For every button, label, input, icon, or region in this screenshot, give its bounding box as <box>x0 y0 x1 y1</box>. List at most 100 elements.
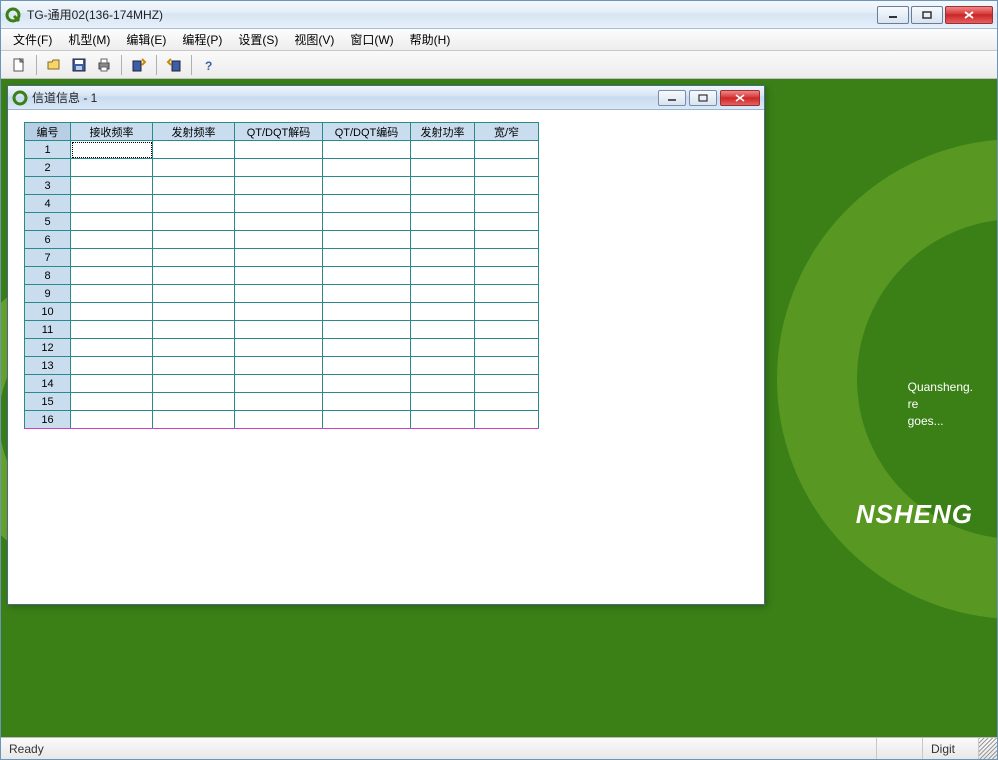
grid-cell[interactable] <box>153 231 235 249</box>
menu-edit[interactable]: 编辑(E) <box>118 29 174 50</box>
grid-cell[interactable] <box>323 249 411 267</box>
row-number-cell[interactable]: 12 <box>25 339 71 357</box>
row-number-cell[interactable]: 14 <box>25 375 71 393</box>
row-number-cell[interactable]: 4 <box>25 195 71 213</box>
grid-cell[interactable] <box>153 357 235 375</box>
size-grip[interactable] <box>979 738 997 759</box>
row-number-cell[interactable]: 8 <box>25 267 71 285</box>
grid-cell[interactable] <box>153 159 235 177</box>
row-number-cell[interactable]: 15 <box>25 393 71 411</box>
row-number-cell[interactable]: 2 <box>25 159 71 177</box>
child-minimize-button[interactable] <box>658 90 686 106</box>
grid-cell[interactable] <box>323 285 411 303</box>
open-button[interactable] <box>42 54 66 76</box>
grid-cell[interactable] <box>71 303 153 321</box>
grid-cell[interactable] <box>71 267 153 285</box>
menu-file[interactable]: 文件(F) <box>5 29 60 50</box>
grid-cell[interactable] <box>235 195 323 213</box>
grid-cell[interactable] <box>411 357 475 375</box>
row-number-cell[interactable]: 13 <box>25 357 71 375</box>
row-number-cell[interactable]: 9 <box>25 285 71 303</box>
grid-cell[interactable] <box>411 231 475 249</box>
grid-cell[interactable] <box>323 339 411 357</box>
grid-cell[interactable] <box>153 303 235 321</box>
grid-cell[interactable] <box>323 393 411 411</box>
menu-settings[interactable]: 设置(S) <box>230 29 286 50</box>
grid-cell[interactable] <box>153 177 235 195</box>
row-number-cell[interactable]: 1 <box>25 141 71 159</box>
grid-cell[interactable] <box>153 285 235 303</box>
grid-cell[interactable] <box>71 141 153 159</box>
row-number-cell[interactable]: 11 <box>25 321 71 339</box>
grid-cell[interactable] <box>475 159 539 177</box>
grid-cell[interactable] <box>235 267 323 285</box>
grid-cell[interactable] <box>235 303 323 321</box>
grid-cell[interactable] <box>475 213 539 231</box>
grid-cell[interactable] <box>153 213 235 231</box>
col-header-num[interactable]: 编号 <box>25 123 71 141</box>
grid-cell[interactable] <box>235 411 323 429</box>
grid-cell[interactable] <box>71 249 153 267</box>
grid-cell[interactable] <box>153 141 235 159</box>
download-button[interactable] <box>127 54 151 76</box>
grid-cell[interactable] <box>153 195 235 213</box>
grid-cell[interactable] <box>71 411 153 429</box>
grid-cell[interactable] <box>153 411 235 429</box>
grid-cell[interactable] <box>153 321 235 339</box>
channel-grid[interactable]: 编号 接收频率 发射频率 QT/DQT解码 QT/DQT编码 发射功率 宽/窄 … <box>24 122 539 429</box>
grid-cell[interactable] <box>411 303 475 321</box>
grid-cell[interactable] <box>235 231 323 249</box>
child-maximize-button[interactable] <box>689 90 717 106</box>
grid-cell[interactable] <box>475 303 539 321</box>
grid-cell[interactable] <box>411 285 475 303</box>
grid-cell[interactable] <box>71 321 153 339</box>
grid-cell[interactable] <box>475 339 539 357</box>
grid-cell[interactable] <box>323 375 411 393</box>
menu-view[interactable]: 视图(V) <box>286 29 342 50</box>
main-titlebar[interactable]: TG-通用02(136-174MHZ) <box>1 1 997 29</box>
grid-cell[interactable] <box>411 159 475 177</box>
grid-cell[interactable] <box>71 231 153 249</box>
grid-cell[interactable] <box>71 195 153 213</box>
maximize-button[interactable] <box>911 6 943 24</box>
grid-cell[interactable] <box>235 375 323 393</box>
row-number-cell[interactable]: 16 <box>25 411 71 429</box>
upload-button[interactable] <box>162 54 186 76</box>
grid-cell[interactable] <box>475 267 539 285</box>
grid-cell[interactable] <box>411 393 475 411</box>
grid-cell[interactable] <box>235 285 323 303</box>
grid-cell[interactable] <box>323 159 411 177</box>
grid-cell[interactable] <box>475 177 539 195</box>
grid-cell[interactable] <box>235 321 323 339</box>
grid-cell[interactable] <box>71 177 153 195</box>
grid-cell[interactable] <box>71 213 153 231</box>
grid-cell[interactable] <box>475 285 539 303</box>
grid-cell[interactable] <box>323 141 411 159</box>
grid-cell[interactable] <box>411 375 475 393</box>
col-header-qtdecode[interactable]: QT/DQT解码 <box>235 123 323 141</box>
grid-cell[interactable] <box>153 393 235 411</box>
grid-cell[interactable] <box>411 249 475 267</box>
grid-cell[interactable] <box>411 339 475 357</box>
grid-cell[interactable] <box>235 393 323 411</box>
grid-cell[interactable] <box>323 303 411 321</box>
col-header-rxfreq[interactable]: 接收频率 <box>71 123 153 141</box>
grid-cell[interactable] <box>475 141 539 159</box>
grid-cell[interactable] <box>411 321 475 339</box>
grid-cell[interactable] <box>475 357 539 375</box>
child-close-button[interactable] <box>720 90 760 106</box>
grid-cell[interactable] <box>411 213 475 231</box>
close-button[interactable] <box>945 6 993 24</box>
grid-cell[interactable] <box>411 267 475 285</box>
grid-cell[interactable] <box>235 159 323 177</box>
grid-cell[interactable] <box>323 195 411 213</box>
grid-cell[interactable] <box>475 375 539 393</box>
row-number-cell[interactable]: 7 <box>25 249 71 267</box>
grid-cell[interactable] <box>71 375 153 393</box>
col-header-widenarrow[interactable]: 宽/窄 <box>475 123 539 141</box>
menu-model[interactable]: 机型(M) <box>60 29 118 50</box>
col-header-qtencode[interactable]: QT/DQT编码 <box>323 123 411 141</box>
grid-cell[interactable] <box>71 357 153 375</box>
col-header-txfreq[interactable]: 发射频率 <box>153 123 235 141</box>
grid-cell[interactable] <box>71 339 153 357</box>
